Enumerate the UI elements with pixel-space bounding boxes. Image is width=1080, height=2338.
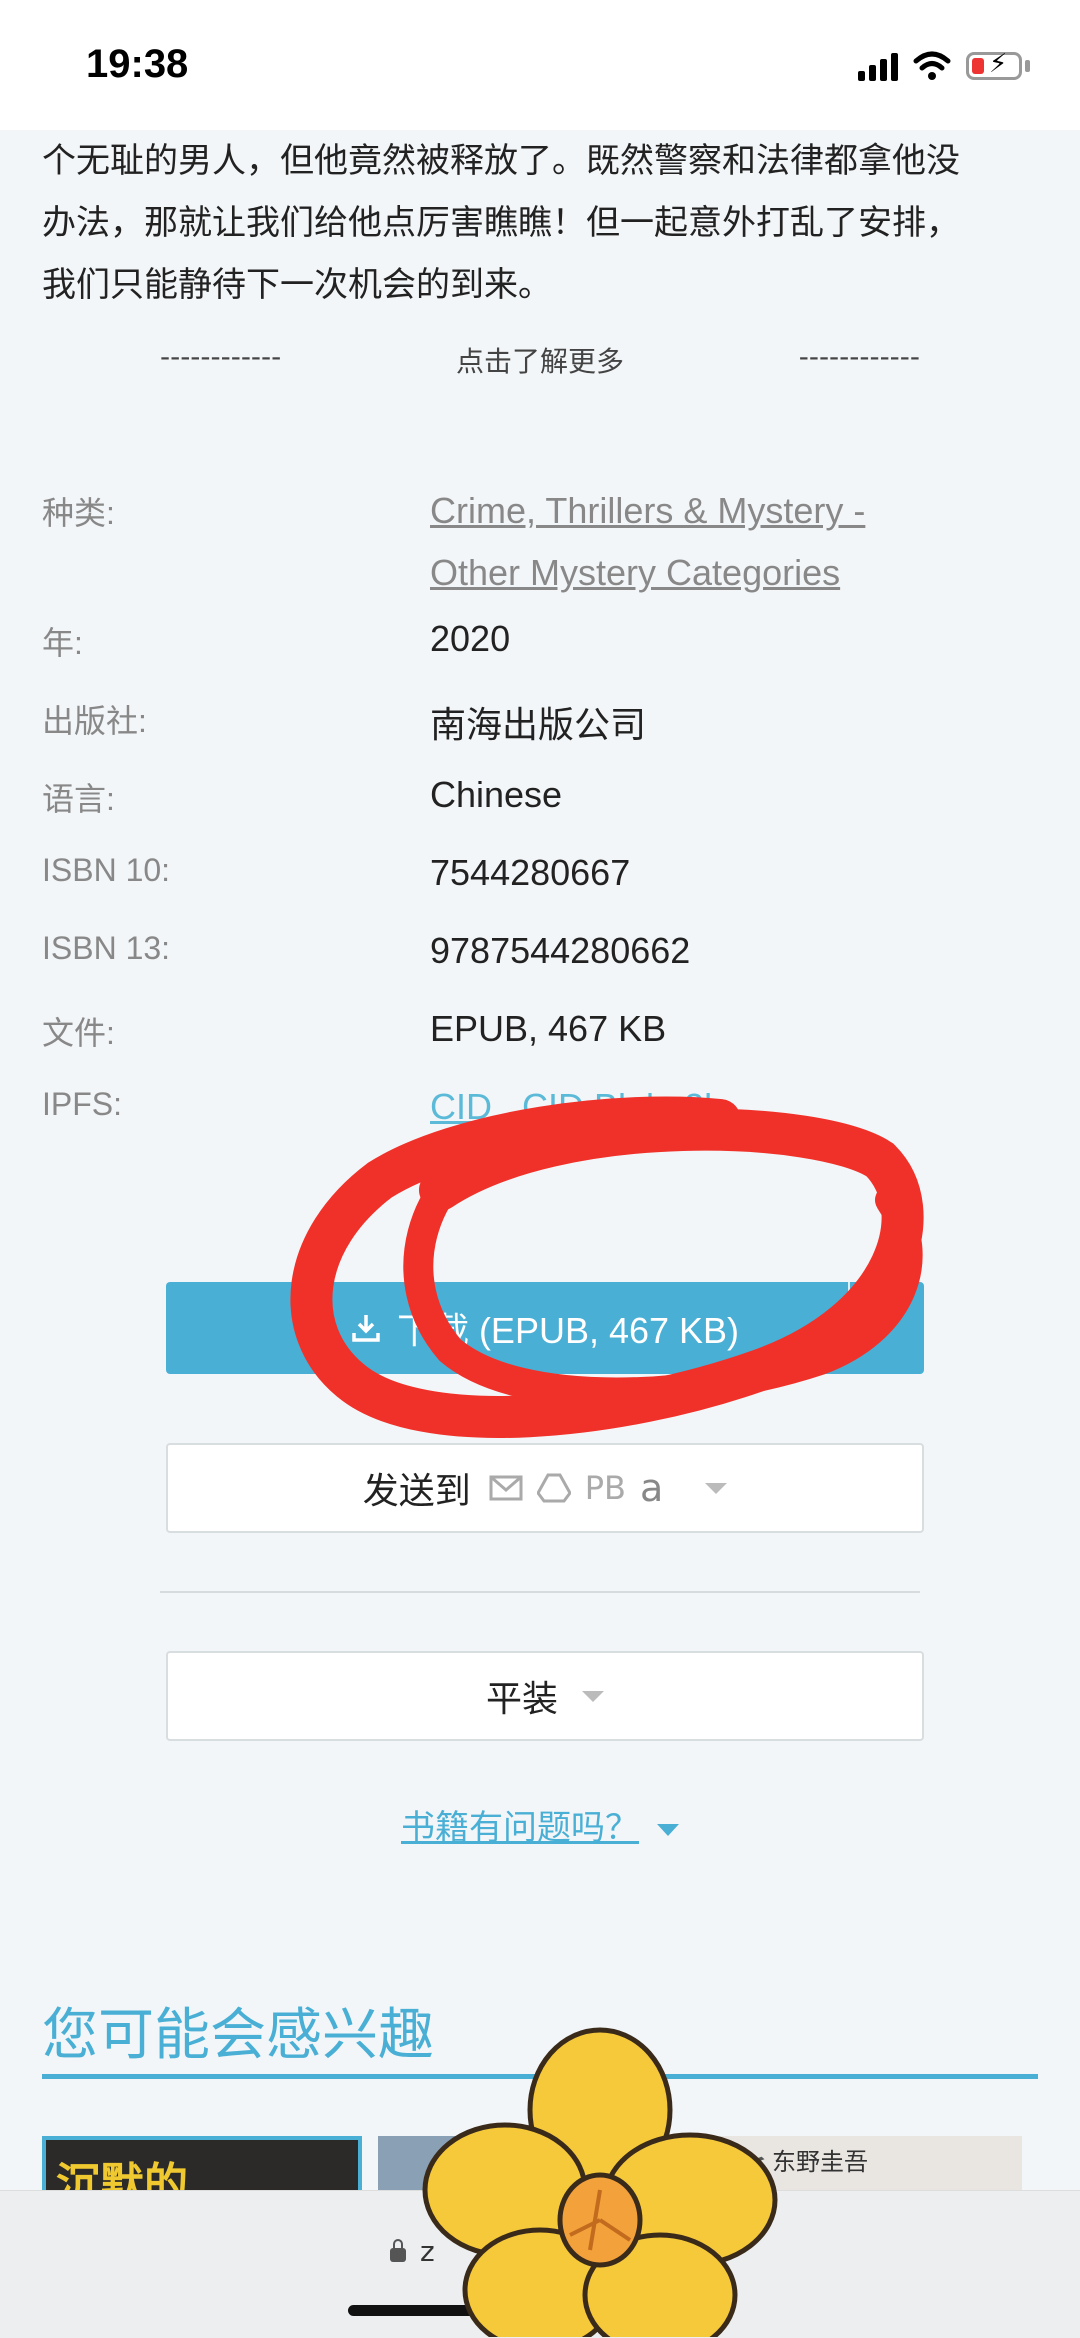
amazon-icon: a — [639, 1466, 664, 1510]
google-drive-icon — [536, 1473, 571, 1503]
recommendations-title: 您可能会感兴趣 — [42, 2003, 434, 2068]
description-line-3: 我们只能静待下一次机会的到来。 — [42, 265, 552, 305]
book3-char: 新 — [720, 2152, 769, 2196]
download-button[interactable]: 下载 (EPUB, 467 KB) — [166, 1282, 924, 1374]
dashes-right: ------------ — [798, 340, 920, 373]
battery-tip — [1025, 60, 1030, 72]
book-details: 种类: Crime, Thrillers & Mystery - Other M… — [42, 480, 1042, 1164]
problem-label[interactable]: 书籍有问题吗？ — [401, 1808, 639, 1848]
status-icons: ⚡ — [858, 46, 1030, 86]
section-underline — [42, 2074, 1038, 2079]
recommended-book-3[interactable]: 新 东野圭吾 — [712, 2136, 1022, 2196]
detail-row-isbn13: ISBN 13: 9787544280662 — [42, 930, 1042, 1008]
report-problem-link[interactable]: 书籍有问题吗？ — [0, 1800, 1080, 1849]
publisher-value: 南海出版公司 — [430, 704, 647, 745]
dashes-left: ------------ — [160, 340, 282, 373]
download-split-divider — [848, 1282, 850, 1324]
chevron-down-icon — [705, 1482, 728, 1494]
book1-title: 沉默的 — [56, 2159, 188, 2196]
detail-row-language: 语言: Chinese — [42, 774, 1042, 852]
url-text: z — [420, 2235, 435, 2268]
isbn13-value: 9787544280662 — [430, 930, 691, 971]
category-link[interactable]: Crime, Thrillers & Mystery - Other Myste… — [430, 480, 865, 618]
battery-icon: ⚡ — [966, 51, 1022, 80]
divider — [160, 1591, 920, 1593]
url-field[interactable]: z — [390, 2235, 435, 2268]
detail-row-category: 种类: Crime, Thrillers & Mystery - Other M… — [42, 480, 1042, 618]
category-label: 种类: — [42, 495, 115, 531]
home-indicator — [348, 2305, 732, 2316]
category-line-1[interactable]: Crime, Thrillers & Mystery - — [430, 480, 865, 542]
download-icon — [352, 1315, 380, 1342]
caret-down-icon — [657, 1823, 679, 1836]
description-line-1: 个无耻的男人，但他竟然被释放了。既然警察和法律都拿他没 — [42, 141, 960, 181]
detail-row-ipfs: IPFS: CID , CID Blake2b — [42, 1086, 1042, 1164]
year-label: 年: — [42, 625, 83, 661]
description-line-2: 办法，那就让我们给他点厉害瞧瞧！但一起意外打乱了安排， — [42, 203, 960, 243]
send-targets: PB a — [489, 1466, 664, 1510]
email-icon — [489, 1475, 523, 1501]
send-to-button[interactable]: 发送到 PB a — [166, 1443, 924, 1533]
read-more-row[interactable]: ------------ 点击了解更多 ------------ — [160, 340, 920, 380]
publisher-label: 出版社: — [42, 703, 147, 739]
wifi-icon — [913, 51, 951, 80]
status-bar: 19:38 ⚡ — [0, 0, 1080, 130]
isbn10-value: 7544280667 — [430, 852, 631, 893]
chevron-down-icon — [582, 1690, 604, 1702]
detail-row-year: 年: 2020 — [42, 618, 1042, 696]
format-label: 平装 — [485, 1679, 558, 1720]
format-dropdown[interactable]: 平装 — [166, 1651, 924, 1741]
browser-address-bar: z — [0, 2190, 1080, 2338]
recommended-book-1[interactable]: 沉默的 — [42, 2136, 362, 2196]
ipfs-label: IPFS: — [42, 1086, 123, 1122]
category-line-2[interactable]: Other Mystery Categories — [430, 542, 865, 604]
detail-row-file: 文件: EPUB, 467 KB — [42, 1008, 1042, 1086]
signal-icon — [858, 51, 898, 81]
read-more-link[interactable]: 点击了解更多 — [456, 340, 624, 380]
language-label: 语言: — [42, 781, 115, 817]
detail-row-publisher: 出版社: 南海出版公司 — [42, 696, 1042, 774]
year-value: 2020 — [430, 618, 511, 659]
send-to-label: 发送到 — [362, 1471, 471, 1512]
file-label: 文件: — [42, 1015, 115, 1051]
book2-text: 东野 — [635, 2150, 688, 2180]
lock-icon — [390, 2238, 406, 2262]
book-description: 个无耻的男人，但他竟然被释放了。既然警察和法律都拿他没 办法，那就让我们给他点厉… — [42, 130, 1042, 316]
isbn13-label: ISBN 13: — [42, 930, 171, 966]
language-value: Chinese — [430, 774, 563, 815]
pocketbook-icon: PB — [584, 1469, 626, 1507]
ipfs-link[interactable]: CID , CID Blake2b — [430, 1086, 724, 1164]
detail-row-isbn10: ISBN 10: 7544280667 — [42, 852, 1042, 930]
download-label: 下载 (EPUB, 467 KB) — [396, 1310, 740, 1351]
recommended-book-2[interactable]: 东野 — [378, 2136, 698, 2196]
book3-author: 东野圭吾 — [772, 2148, 868, 2176]
file-value: EPUB, 467 KB — [430, 1008, 667, 1049]
status-time: 19:38 — [86, 42, 189, 86]
isbn10-label: ISBN 10: — [42, 852, 171, 888]
